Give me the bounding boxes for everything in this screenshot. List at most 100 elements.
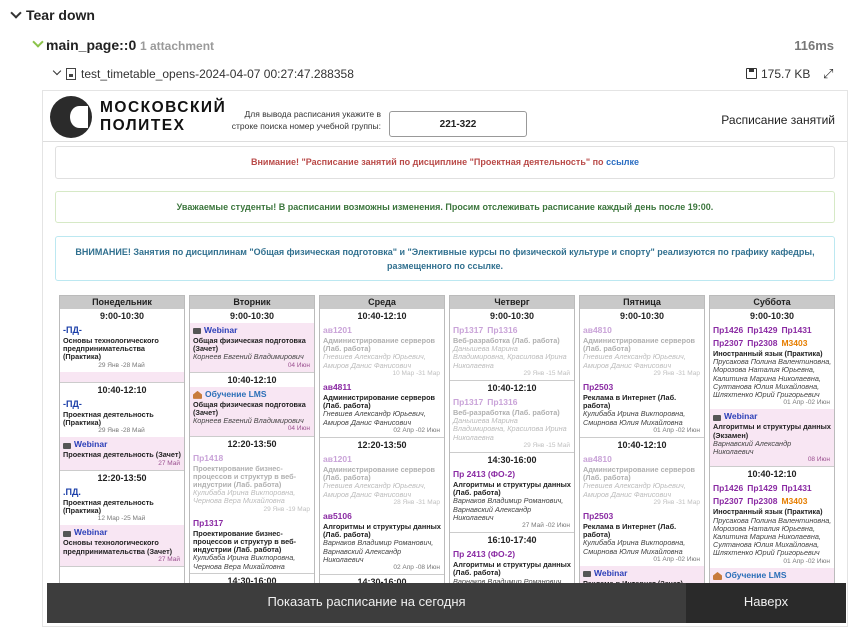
lesson-card[interactable]: Пр2503 Реклама в Интернет (Лаб. работа) Ку…: [580, 509, 704, 566]
lesson-room: Пр1317: [453, 397, 484, 408]
lesson-card[interactable]: Webinar Основы технологического предприни…: [60, 525, 184, 567]
lesson-card[interactable]: Пр1317 Пр1316 Веб-разработка (Лаб. работа)…: [450, 323, 574, 380]
attachment-name[interactable]: test_timetable_opens-2024-04-07 00:27:47…: [81, 67, 354, 81]
slot-time: 12:20-13:50: [97, 472, 147, 483]
room-tag: Пр2308: [747, 338, 778, 348]
lesson-location: .ПД.: [63, 486, 182, 499]
lesson-subject: Проектная деятельность (Практика): [63, 409, 154, 428]
lesson-subject: Администрирование серверов (Лаб. работа): [583, 336, 696, 354]
site-logo[interactable]: МОСКОВСКИЙ ПОЛИТЕХ: [50, 96, 225, 138]
logo-mark-icon: [50, 96, 92, 138]
webinar-icon: [63, 442, 71, 449]
step-main-page[interactable]: main_page::0 1 attachment 116ms: [0, 34, 850, 56]
lesson-card[interactable]: [60, 371, 184, 382]
slot-time: 9:00-10:30: [749, 311, 795, 321]
lesson-teacher: Корнеев Евгений Владимирович: [193, 352, 304, 362]
slot-time: 10:40-12:10: [97, 384, 147, 395]
lesson-card[interactable]: Пр1426 Пр1429 Пр1431 Пр2307 Пр2308 М3403 Иност…: [710, 481, 834, 567]
lesson-subject: Общая физическая подготовка (Зачет): [193, 336, 306, 354]
day-column: Понедельник 9:00-10:30 -ПД- Основы технолог…: [59, 295, 185, 595]
lesson-card[interactable]: -ПД- Проектная деятельность (Практика) 29 …: [60, 397, 184, 438]
lesson-dates: 02 Апр -08 Июн: [393, 564, 440, 572]
notice-project-link[interactable]: ссылке: [606, 157, 639, 167]
fullscreen-icon[interactable]: ⤢: [823, 67, 833, 80]
lesson-card[interactable]: ав4810 Администрирование серверов (Лаб. р…: [580, 452, 704, 509]
time-slot: 9:00-10:30 Webinar Общая физическая подгот…: [190, 309, 314, 373]
lesson-card[interactable]: Пр1426 Пр1429 Пр1431 Пр2307 Пр2308 М3403 Иност…: [710, 323, 834, 409]
day-header: Понедельник: [60, 296, 184, 309]
search-hint: Для вывода расписания укажите в строке п…: [231, 109, 381, 131]
lesson-card[interactable]: Пр 2413 (ФО-2) Алгоритмы и структуры данн…: [450, 467, 574, 532]
lesson-card[interactable]: ав4810 Администрирование серверов (Лаб. р…: [580, 323, 704, 380]
lesson-card[interactable]: ав5106 Алгоритмы и структуры данных (Лаб.…: [320, 509, 444, 574]
lesson-card[interactable]: Webinar Алгоритмы и структуры данных (Экз…: [710, 409, 834, 467]
room-tag: Пр1426: [713, 325, 744, 335]
image-file-icon: [66, 68, 76, 80]
lesson-subject: Алгоритмы и структуры данных (Лаб. работ…: [323, 522, 441, 540]
lesson-subject: Проектная деятельность (Зачет): [63, 450, 181, 460]
lesson-teacher: Корнеев Евгений Владимирович: [193, 416, 304, 426]
save-icon[interactable]: [746, 68, 757, 79]
lesson-card[interactable]: -ПД- Основы технологического предпринимат…: [60, 323, 184, 372]
lesson-dates: 29 Янв -28 Май: [98, 427, 145, 435]
webinar-icon: [63, 530, 71, 537]
section-title: Tear down: [26, 7, 95, 23]
lesson-room: Пр 2413 (ФО-2): [453, 549, 516, 560]
lesson-card[interactable]: Пр1317 Пр1316 Веб-разработка (Лаб. работа)…: [450, 395, 574, 452]
lesson-dates: 04 Июн: [287, 425, 310, 433]
lesson-dates: 27 Май -02 Июн: [522, 522, 570, 530]
slot-time: 10:40-12:10: [357, 311, 407, 321]
slot-time: 9:00-10:30: [619, 311, 665, 321]
attachment-row[interactable]: test_timetable_opens-2024-04-07 00:27:47…: [0, 64, 850, 84]
chevron-down-icon[interactable]: [52, 66, 62, 76]
lesson-card[interactable]: Пр1418 Проектирование бизнес-процессов и …: [190, 451, 314, 516]
slot-time: 10:40-12:10: [487, 383, 537, 394]
lesson-room: ав1201: [323, 454, 352, 465]
logo-line-1: МОСКОВСКИЙ: [100, 99, 227, 116]
lesson-room: Webinar: [204, 325, 238, 335]
lesson-dates: 04 Июн: [287, 361, 310, 369]
lesson-subject: Реклама в Интернет (Лаб. работа): [583, 393, 677, 411]
lesson-dates: 01 Апр -02 Июн: [783, 399, 830, 407]
day-header: Вторник: [190, 296, 314, 309]
day-column: Среда 10:40-12:10 ав1201 Администрирование …: [319, 295, 445, 595]
lesson-card[interactable]: .ПД. Проектная деятельность (Практика) 12 …: [60, 485, 184, 526]
lesson-card[interactable]: Webinar Общая физическая подготовка (Заче…: [190, 323, 314, 372]
lesson-room: Обучение LMS: [205, 388, 267, 399]
lesson-card[interactable]: ав1201 Администрирование серверов (Лаб. р…: [320, 323, 444, 380]
timetable-link[interactable]: Расписание занятий: [721, 113, 835, 127]
lesson-teacher: Варнавский Александр Николаевич: [713, 438, 792, 457]
webinar-icon: [713, 414, 721, 421]
lesson-dates: 10 Мар -31 Мар: [392, 369, 440, 377]
scroll-top-button[interactable]: Наверх: [686, 583, 846, 623]
tear-down-section[interactable]: Tear down: [0, 0, 850, 30]
time-slot: 10:40-12:10 ав4810 Администрирование серве…: [580, 438, 704, 594]
lesson-room: ав4811: [323, 382, 352, 393]
time-slot: 9:00-10:30 Пр1426 Пр1429 Пр1431 Пр2307 Пр2308…: [710, 309, 834, 468]
lesson-card[interactable]: Пр1317 Проектирование бизнес-процессов и …: [190, 516, 314, 573]
room-tag: Пр1426: [713, 483, 744, 494]
chevron-down-icon[interactable]: [10, 7, 22, 19]
day-column: Вторник 9:00-10:30 Webinar Общая физическая…: [189, 295, 315, 595]
lesson-dates: 29 Янв -28 Май: [98, 361, 145, 369]
lesson-card[interactable]: ав1201 Администрирование серверов (Лаб. р…: [320, 452, 444, 509]
group-search-input[interactable]: [389, 111, 527, 137]
attachment-size: 175.7 KB: [761, 67, 811, 81]
passed-chevron-icon[interactable]: [32, 36, 44, 48]
show-today-button[interactable]: Показать расписание на сегодня: [47, 583, 686, 623]
room-tag: Пр2308: [747, 496, 778, 507]
lesson-dates: 29 Янв -15 Май: [523, 441, 570, 449]
lesson-card[interactable]: Webinar Проектная деятельность (Зачет) 27 …: [60, 437, 184, 470]
lesson-teacher: Прусакова Полина Валентиновна, Морозова …: [713, 515, 832, 558]
lesson-card[interactable]: Обучение LMS Общая физическая подготовка …: [190, 386, 314, 436]
room-tag: Пр1431: [781, 325, 812, 335]
room-tag: Пр2307: [713, 496, 744, 507]
lesson-card[interactable]: Обучение LMS: [710, 567, 834, 584]
lesson-subject: Проектирование бизнес-процессов и структ…: [193, 463, 297, 490]
room-list: Пр1426 Пр1429 Пр1431: [713, 324, 832, 337]
lesson-location: Обучение LMS: [193, 388, 312, 401]
lesson-card[interactable]: ав4811 Администрирование серверов (Лаб. р…: [320, 380, 444, 437]
lesson-teacher: Кулибаба Ирина Викторовна, Чернова Вера …: [193, 488, 296, 506]
lesson-dates: 29 Янв -31 Мар: [653, 369, 701, 377]
lesson-card[interactable]: Пр2503 Реклама в Интернет (Лаб. работа) Ку…: [580, 380, 704, 437]
